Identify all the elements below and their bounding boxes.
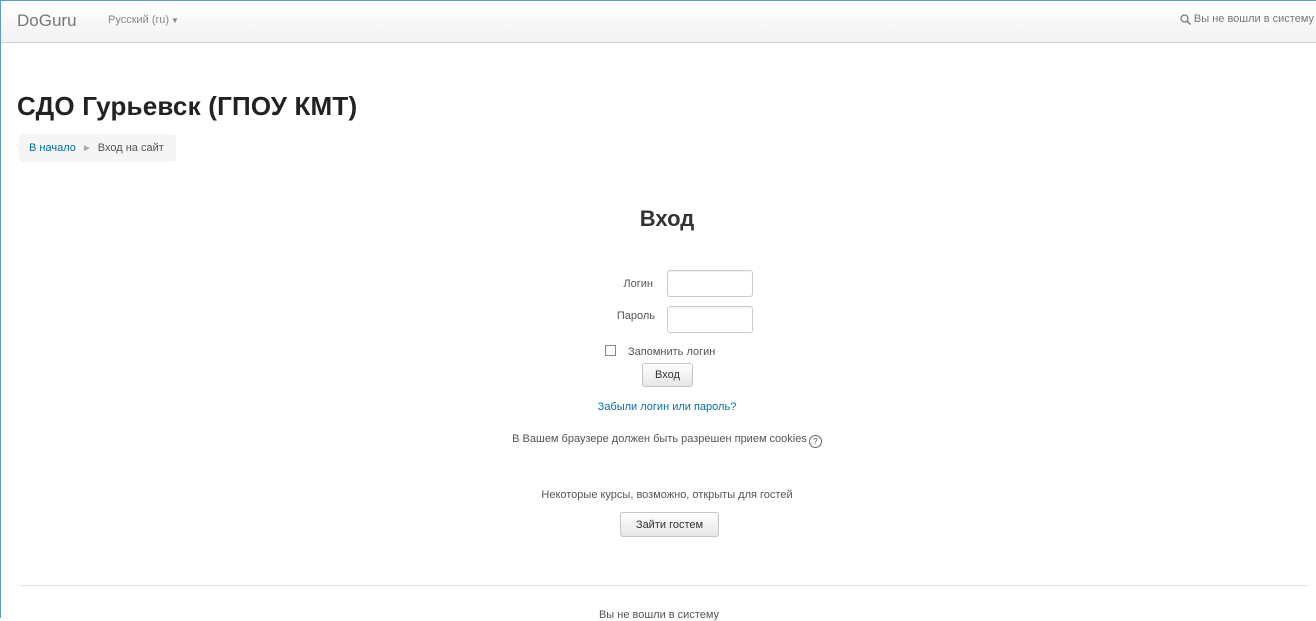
help-icon[interactable]: ? [808,435,822,448]
remember-login-checkbox[interactable] [605,345,616,356]
cookies-notice-text: В Вашем браузере должен быть разрешен пр… [512,433,807,445]
guest-notice: Некоторые курсы, возможно, открыты для г… [541,489,793,501]
forgot-password-link[interactable]: Забыли логин или пароль? [1,401,1316,413]
password-label: Пароль [616,310,655,322]
footer-login-status: Вы не вошли в систему [598,609,720,621]
guest-login-button[interactable]: Зайти гостем [620,512,719,537]
brand-link[interactable]: DoGuru [17,11,77,31]
cookies-notice: В Вашем браузере должен быть разрешен пр… [1,433,1316,448]
remember-login[interactable]: Запомнить логин [605,345,715,358]
language-menu[interactable]: Русский (ru) ▼ [108,14,179,26]
language-menu-label: Русский (ru) [108,14,169,26]
remember-login-label: Запомнить логин [628,346,716,358]
username-field[interactable] [667,270,753,297]
breadcrumb-current: Вход на сайт [97,142,164,154]
breadcrumb: В начало ► Вход на сайт [19,134,176,162]
login-status[interactable]: Вы не вошли в систему [1180,13,1314,25]
login-button[interactable]: Вход [642,363,693,387]
page-title: СДО Гурьевск (ГПОУ КМТ) [17,91,358,121]
username-label: Логин [623,278,653,290]
login-status-text: Вы не вошли в систему [1193,13,1314,25]
caret-down-icon: ▼ [170,16,179,25]
footer-divider [19,585,1309,586]
breadcrumb-separator: ► [81,143,92,154]
search-icon [1180,14,1191,25]
top-navbar: DoGuru Русский (ru) ▼ Вы не вошли в систе… [1,1,1316,43]
login-title: Вход [639,206,695,231]
breadcrumb-home-link[interactable]: В начало [29,142,76,154]
password-field[interactable] [667,306,753,333]
